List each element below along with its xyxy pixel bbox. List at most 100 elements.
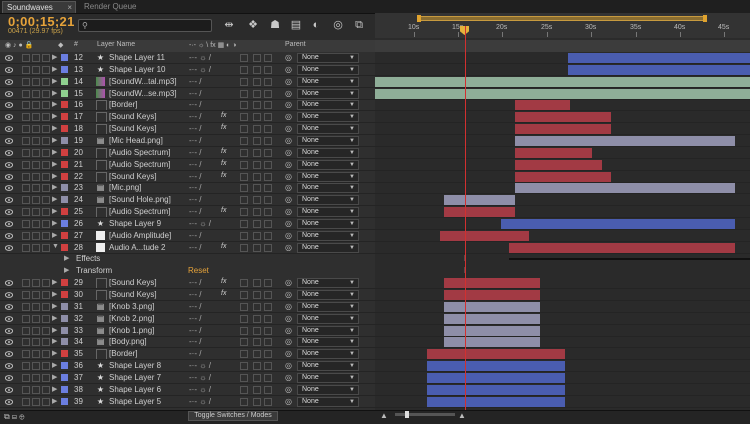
layer-duration-bar[interactable] bbox=[375, 77, 750, 87]
layer-duration-bar[interactable] bbox=[509, 243, 735, 253]
mode-box[interactable] bbox=[264, 113, 272, 121]
parent-dropdown[interactable]: None ▼ bbox=[297, 65, 359, 75]
layer-duration-bar[interactable] bbox=[444, 207, 515, 217]
switch-box[interactable] bbox=[22, 78, 30, 86]
layer-duration-bar[interactable] bbox=[515, 124, 611, 134]
pick-whip-icon[interactable]: ◎ bbox=[285, 65, 292, 74]
layer-name[interactable]: [Sound Keys] bbox=[109, 112, 157, 121]
layer-duration-bar[interactable] bbox=[427, 373, 565, 383]
switch-box[interactable] bbox=[22, 279, 30, 287]
layer-name[interactable]: [Knob 2.png] bbox=[109, 314, 154, 323]
mode-box[interactable] bbox=[253, 90, 261, 98]
mode-box[interactable] bbox=[253, 315, 261, 323]
switch-box[interactable] bbox=[42, 398, 50, 406]
switch-box[interactable] bbox=[32, 303, 40, 311]
mode-box[interactable] bbox=[253, 101, 261, 109]
mode-box[interactable] bbox=[253, 338, 261, 346]
mode-box[interactable] bbox=[253, 327, 261, 335]
layer-name[interactable]: [Body.png] bbox=[109, 337, 147, 346]
mode-box[interactable] bbox=[264, 78, 272, 86]
twirl-closed-icon[interactable]: ▶ bbox=[52, 160, 57, 168]
parent-dropdown[interactable]: None ▼ bbox=[297, 326, 359, 336]
parent-dropdown[interactable]: None ▼ bbox=[297, 100, 359, 110]
property-group-name[interactable]: Transform bbox=[76, 266, 112, 275]
eye-icon[interactable] bbox=[4, 125, 14, 132]
switch-box[interactable] bbox=[42, 149, 50, 157]
zoom-out-icon[interactable]: ▲ bbox=[380, 411, 388, 420]
label-color-swatch[interactable] bbox=[61, 398, 68, 405]
eye-icon[interactable] bbox=[4, 54, 14, 61]
eye-icon[interactable] bbox=[4, 327, 14, 334]
label-color-swatch[interactable] bbox=[61, 291, 68, 298]
parent-dropdown[interactable]: None ▼ bbox=[297, 112, 359, 122]
parent-dropdown[interactable]: None ▼ bbox=[297, 278, 359, 288]
twirl-closed-icon[interactable]: ▶ bbox=[52, 65, 57, 73]
layer-name[interactable]: [Knob 1.png] bbox=[109, 326, 154, 335]
comp-mini-flowchart-icon[interactable]: ⇹ bbox=[222, 18, 236, 32]
fx-switch[interactable]: fx bbox=[221, 172, 226, 179]
mode-box[interactable] bbox=[253, 386, 261, 394]
eye-icon[interactable] bbox=[4, 66, 14, 73]
label-color-swatch[interactable] bbox=[61, 196, 68, 203]
layer-name[interactable]: Shape Layer 9 bbox=[109, 219, 161, 228]
pick-whip-icon[interactable]: ◎ bbox=[285, 77, 292, 86]
label-color-swatch[interactable] bbox=[61, 232, 68, 239]
zoom-slider-knob[interactable] bbox=[405, 411, 409, 418]
parent-dropdown[interactable]: None ▼ bbox=[297, 207, 359, 217]
mode-box[interactable] bbox=[253, 54, 261, 62]
layer-name[interactable]: [Sound Hole.png] bbox=[109, 195, 171, 204]
layer-switches[interactable]: -·- / bbox=[189, 349, 201, 358]
mode-box[interactable] bbox=[264, 244, 272, 252]
mode-box[interactable] bbox=[264, 90, 272, 98]
layer-switches[interactable]: -·- ☼ / bbox=[189, 397, 211, 406]
pick-whip-icon[interactable]: ◎ bbox=[285, 89, 292, 98]
parent-dropdown[interactable]: None ▼ bbox=[297, 172, 359, 182]
navigator-start-handle[interactable] bbox=[417, 15, 421, 22]
layer-duration-bar[interactable] bbox=[568, 53, 750, 63]
label-color-swatch[interactable] bbox=[61, 279, 68, 286]
mode-box[interactable] bbox=[264, 196, 272, 204]
switch-box[interactable] bbox=[32, 54, 40, 62]
mode-box[interactable] bbox=[240, 362, 248, 370]
layer-duration-bar[interactable] bbox=[444, 314, 540, 324]
eye-icon[interactable] bbox=[4, 315, 14, 322]
mode-box[interactable] bbox=[240, 303, 248, 311]
label-color-swatch[interactable] bbox=[61, 184, 68, 191]
label-color-swatch[interactable] bbox=[61, 54, 68, 61]
layer-switches[interactable]: -·- ☼ / bbox=[189, 361, 211, 370]
mode-box[interactable] bbox=[240, 196, 248, 204]
label-color-swatch[interactable] bbox=[61, 350, 68, 357]
pick-whip-icon[interactable]: ◎ bbox=[285, 207, 292, 216]
switch-box[interactable] bbox=[32, 350, 40, 358]
layer-name[interactable]: Shape Layer 10 bbox=[109, 65, 166, 74]
layer-switches[interactable]: -·- ☼ / bbox=[189, 53, 211, 62]
switch-box[interactable] bbox=[22, 374, 30, 382]
eye-icon[interactable] bbox=[4, 101, 14, 108]
mode-box[interactable] bbox=[253, 374, 261, 382]
layer-name[interactable]: Shape Layer 5 bbox=[109, 397, 161, 406]
switch-box[interactable] bbox=[42, 137, 50, 145]
label-color-swatch[interactable] bbox=[61, 244, 68, 251]
switch-box[interactable] bbox=[42, 78, 50, 86]
eye-icon[interactable] bbox=[4, 350, 14, 357]
hide-shy-icon[interactable]: ☗ bbox=[268, 18, 282, 32]
switch-box[interactable] bbox=[22, 350, 30, 358]
mode-box[interactable] bbox=[240, 125, 248, 133]
parent-dropdown[interactable]: None ▼ bbox=[297, 231, 359, 241]
pick-whip-icon[interactable]: ◎ bbox=[285, 136, 292, 145]
switch-box[interactable] bbox=[42, 291, 50, 299]
label-color-swatch[interactable] bbox=[61, 101, 68, 108]
layer-name[interactable]: [Mic.png] bbox=[109, 183, 141, 192]
pick-whip-icon[interactable]: ◎ bbox=[285, 349, 292, 358]
layer-name[interactable]: [Border] bbox=[109, 349, 137, 358]
layer-duration-bar[interactable] bbox=[444, 302, 540, 312]
switch-box[interactable] bbox=[42, 350, 50, 358]
mode-box[interactable] bbox=[264, 54, 272, 62]
mode-box[interactable] bbox=[253, 184, 261, 192]
parent-dropdown[interactable]: None ▼ bbox=[297, 219, 359, 229]
tab-render-queue[interactable]: Render Queue bbox=[80, 1, 150, 13]
layer-name[interactable]: [SoundW...se.mp3] bbox=[109, 89, 177, 98]
mode-box[interactable] bbox=[240, 315, 248, 323]
layer-duration-bar[interactable] bbox=[515, 136, 735, 146]
parent-dropdown[interactable]: None ▼ bbox=[297, 160, 359, 170]
